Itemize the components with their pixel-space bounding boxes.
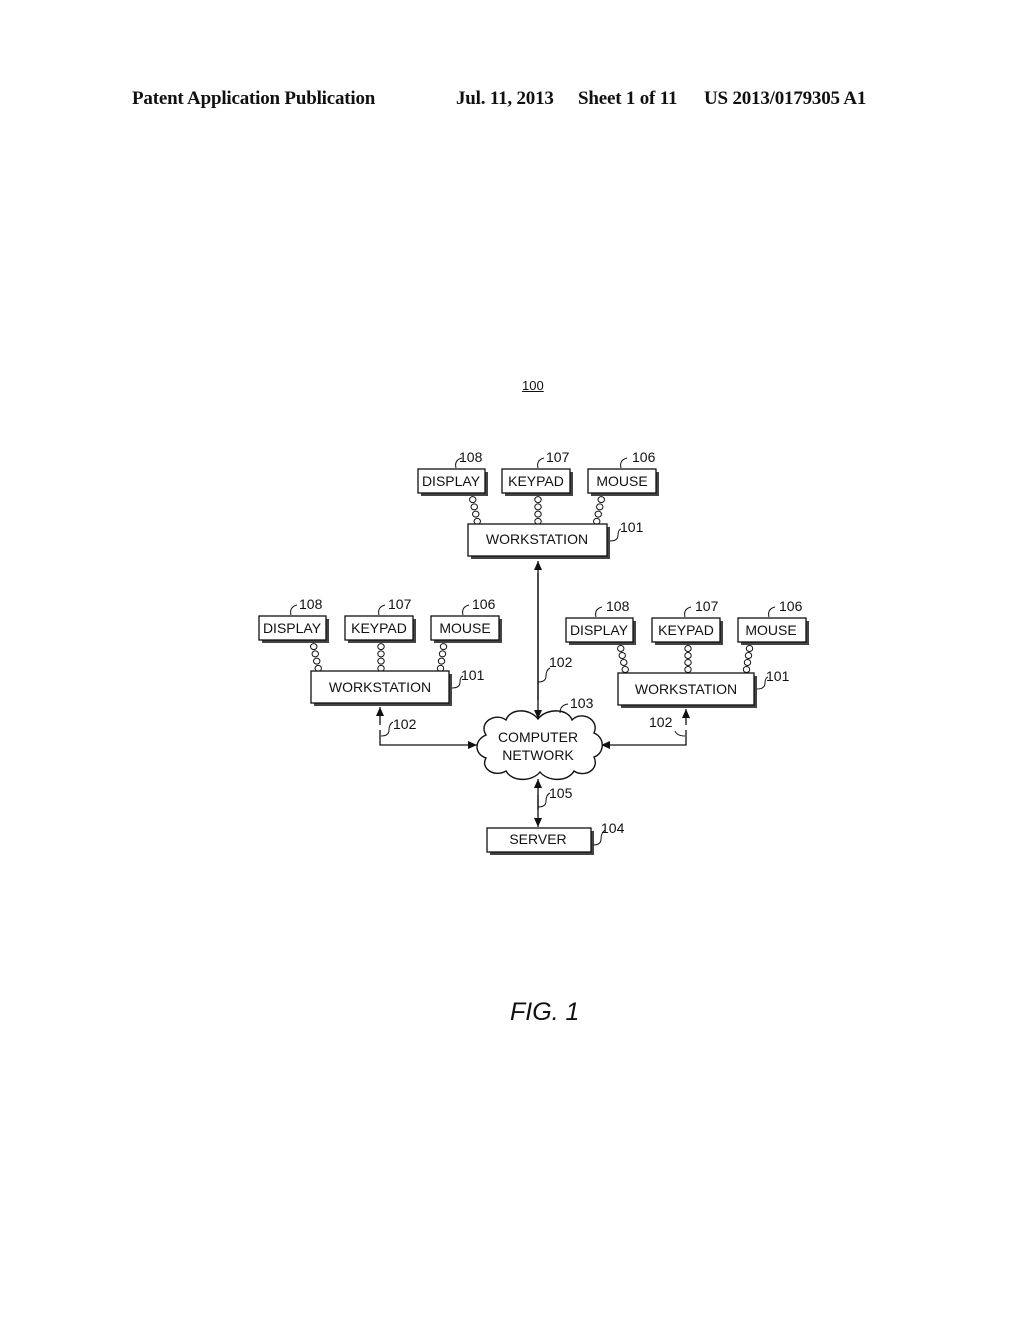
coiled-cable-icon: [593, 496, 605, 525]
server-label: SERVER: [509, 831, 566, 847]
coil-loop: [534, 503, 542, 511]
peripheral-label: MOUSE: [439, 620, 490, 636]
ref-number: 107: [388, 596, 412, 612]
coil-loop: [621, 666, 629, 673]
ref-number: 103: [570, 695, 594, 711]
ref-number: 107: [695, 598, 719, 614]
peripheral-mouse: MOUSE: [737, 617, 809, 645]
network-label-line1: COMPUTER: [498, 729, 578, 745]
peripheral-keypad: KEYPAD: [344, 615, 416, 643]
link-left-to-network: [379, 730, 477, 749]
computer-network-cloud: COMPUTER NETWORK 103: [476, 695, 603, 781]
server-box: SERVER 104: [486, 820, 625, 855]
ref-number: 101: [766, 668, 790, 684]
peripheral-label: KEYPAD: [658, 622, 714, 638]
coil-loop: [594, 510, 602, 518]
coil-loop: [437, 657, 446, 665]
coiled-cable-icon: [469, 496, 481, 525]
coil-loop: [684, 652, 692, 659]
network-diagram: DISPLAY KEYPAD MOUSE 108 107 106 WORKSTA…: [258, 449, 809, 855]
coil-loop: [310, 643, 318, 651]
ref-number: 108: [299, 596, 323, 612]
coiled-cable-icon: [684, 645, 692, 673]
coil-loop: [534, 510, 542, 518]
coil-loop: [377, 643, 385, 651]
link-right-to-network: [601, 730, 687, 749]
coil-loop: [439, 643, 448, 651]
coil-loop: [744, 652, 753, 659]
ref-number: 105: [549, 785, 573, 801]
ref-number: 107: [546, 449, 570, 465]
coiled-cable-icon: [617, 645, 629, 673]
coil-loop: [472, 510, 480, 518]
coil-loop: [469, 496, 477, 504]
peripheral-display: DISPLAY: [417, 468, 488, 496]
peripheral-display: DISPLAY: [565, 617, 636, 645]
coil-loop: [684, 659, 692, 666]
workstation-label: WORKSTATION: [635, 681, 737, 697]
coil-loop: [743, 659, 752, 666]
coiled-cable-icon: [534, 496, 542, 525]
coiled-cable-icon: [436, 643, 448, 672]
coiled-cable-icon: [377, 643, 385, 672]
peripheral-label: KEYPAD: [508, 473, 564, 489]
peripheral-label: DISPLAY: [422, 473, 481, 489]
ref-number: 104: [601, 820, 625, 836]
workstation-label: WORKSTATION: [329, 679, 431, 695]
workstation-group-top: DISPLAY KEYPAD MOUSE 108 107 106 WORKSTA…: [417, 449, 659, 559]
peripheral-display: DISPLAY: [258, 615, 329, 643]
workstation-box: WORKSTATION: [467, 523, 610, 559]
ref-number: 108: [606, 598, 630, 614]
coil-loop: [313, 657, 321, 665]
coil-loop: [618, 652, 626, 659]
peripheral-label: MOUSE: [596, 473, 647, 489]
coil-loop: [684, 666, 692, 673]
ref-number: 108: [459, 449, 483, 465]
ref-number: 101: [620, 519, 644, 535]
coil-loop: [620, 659, 628, 666]
workstation-group-left: DISPLAY KEYPAD MOUSE 108 107 106 WORKSTA…: [258, 596, 502, 706]
peripheral-label: DISPLAY: [263, 620, 322, 636]
peripheral-keypad: KEYPAD: [501, 468, 573, 496]
ref-number: 102: [549, 654, 573, 670]
coil-loop: [377, 650, 385, 658]
coil-loop: [311, 650, 319, 658]
coil-loop: [745, 645, 754, 652]
peripheral-mouse: MOUSE: [430, 615, 502, 643]
peripheral-mouse: MOUSE: [587, 468, 659, 496]
coil-loop: [534, 496, 542, 504]
ref-number: 102: [649, 714, 673, 730]
ref-number: 101: [461, 667, 485, 683]
workstation-box: WORKSTATION: [310, 670, 452, 706]
coil-loop: [742, 666, 751, 673]
ref-number: 106: [472, 596, 496, 612]
peripheral-label: MOUSE: [745, 622, 796, 638]
coiled-cable-icon: [310, 643, 322, 672]
peripheral-label: DISPLAY: [570, 622, 629, 638]
network-label-line2: NETWORK: [502, 747, 574, 763]
coil-loop: [684, 645, 692, 652]
workstation-box: WORKSTATION: [617, 672, 757, 708]
coil-loop: [438, 650, 447, 658]
peripheral-keypad: KEYPAD: [651, 617, 723, 645]
figure-caption: FIG. 1: [510, 998, 580, 1026]
coiled-cable-icon: [742, 645, 754, 673]
coil-loop: [596, 503, 604, 511]
ref-number: 106: [632, 449, 656, 465]
coil-loop: [597, 496, 605, 504]
coil-loop: [377, 657, 385, 665]
peripheral-label: KEYPAD: [351, 620, 407, 636]
ref-number: 106: [779, 598, 803, 614]
coil-loop: [617, 645, 625, 652]
workstation-group-right: DISPLAY KEYPAD MOUSE 108 107 106 WORKSTA…: [565, 598, 809, 708]
workstation-label: WORKSTATION: [486, 531, 588, 547]
ref-number: 102: [393, 716, 417, 732]
coil-loop: [470, 503, 478, 511]
